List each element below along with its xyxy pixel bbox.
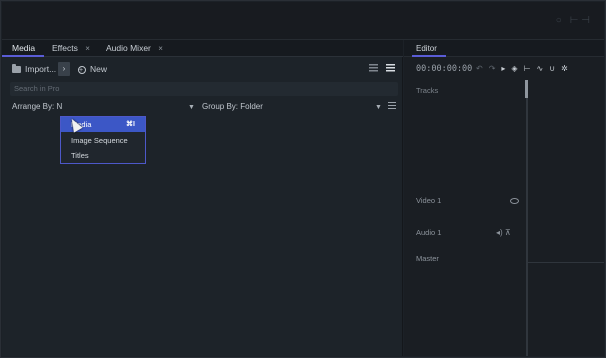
circle-icon[interactable]: ○	[556, 15, 562, 26]
plus-circle-icon	[78, 64, 86, 77]
arrange-by-select[interactable]: Arrange By: N	[12, 102, 62, 111]
menu-item-image-sequence[interactable]: Image Sequence	[61, 133, 145, 148]
pointer-icon[interactable]: ▸	[501, 64, 505, 73]
timeline-divider	[526, 80, 528, 356]
tab-effects-label: Effects	[52, 43, 78, 53]
track-audio-1[interactable]: Audio 1	[416, 228, 441, 237]
view-toggle	[369, 64, 395, 72]
tab-editor[interactable]: Editor	[404, 40, 604, 57]
eye-icon[interactable]	[510, 198, 519, 204]
close-icon[interactable]: ×	[85, 44, 90, 53]
menu-item-label: Titles	[71, 151, 89, 160]
undo-icon[interactable]: ↶	[476, 64, 483, 73]
tracks-label: Tracks	[416, 86, 439, 95]
tab-media-label: Media	[12, 43, 36, 53]
group-by-label: Group By: Folder	[202, 102, 263, 111]
track-video-1[interactable]: Video 1	[416, 196, 441, 205]
menu-item-label: Image Sequence	[71, 136, 128, 145]
tab-effects[interactable]: Effects ×	[52, 40, 90, 57]
import-button[interactable]: Import...	[12, 63, 56, 76]
track-master[interactable]: Master	[416, 254, 439, 263]
shortcut-label: ⌘I	[126, 121, 135, 128]
list-view-icon[interactable]	[369, 64, 378, 72]
timecode-display: 00:00:00:00	[416, 64, 473, 74]
new-button[interactable]: New	[78, 63, 108, 77]
grid-view-icon[interactable]	[386, 64, 395, 72]
chevron-down-icon[interactable]: ▼	[375, 104, 382, 111]
track-label: Audio 1	[416, 228, 442, 237]
tab-audio-mixer[interactable]: Audio Mixer ×	[106, 40, 163, 57]
ripple-icon[interactable]: ∿	[537, 64, 544, 73]
track-label: Video 1	[416, 196, 442, 205]
active-tab-indicator	[412, 55, 446, 57]
search-placeholder: Search in Pro	[14, 84, 60, 93]
close-icon[interactable]: ×	[158, 44, 163, 53]
magnet-icon[interactable]: ∪	[549, 64, 555, 73]
group-by-select[interactable]: Group By: Folder	[202, 102, 263, 111]
active-tab-indicator	[2, 55, 44, 57]
import-label: Import...	[25, 64, 57, 74]
new-label: New	[90, 64, 108, 74]
trim-icon[interactable]: ⊢	[524, 64, 531, 73]
track-label: Master	[416, 254, 439, 263]
editor-toolbar: ↶ ↷ ▸ ◈ ⊢ ∿ ∪ ✲	[476, 64, 568, 73]
tab-audio-mixer-label: Audio Mixer	[106, 43, 151, 53]
arrange-by-label: Arrange By: N	[12, 102, 63, 111]
import-menu-arrow-button[interactable]: ›	[58, 62, 70, 76]
sort-icon[interactable]	[388, 102, 396, 111]
playhead-handle[interactable]	[525, 80, 528, 98]
top-toolbar: ○ ⊢ ⊣	[2, 2, 604, 40]
editor-tab-label: Editor	[416, 44, 437, 53]
chevron-down-icon[interactable]: ▼	[188, 104, 195, 111]
audio-track-controls: ◂) ⊼	[496, 228, 511, 237]
razor-icon[interactable]: ◈	[511, 64, 517, 73]
media-panel: Media Effects × Audio Mixer × Import... …	[2, 40, 403, 356]
media-toolbar: Import... › New	[2, 58, 403, 80]
folder-icon	[12, 64, 21, 73]
mute-icon[interactable]: ⊼	[505, 228, 511, 237]
speaker-icon[interactable]: ◂)	[496, 228, 503, 237]
redo-icon[interactable]: ↷	[489, 64, 496, 73]
search-input[interactable]: Search in Pro	[10, 82, 398, 96]
editor-panel: Editor 00:00:00:00 ↶ ↷ ▸ ◈ ⊢ ∿ ∪ ✲ Track…	[404, 40, 604, 356]
panel-tabs: Media Effects × Audio Mixer ×	[2, 40, 403, 57]
gear-icon[interactable]: ✲	[561, 64, 568, 73]
master-track-line	[528, 262, 604, 263]
top-right-controls: ○ ⊢ ⊣	[556, 15, 590, 26]
bracket-icon[interactable]: ⊢ ⊣	[570, 15, 590, 26]
menu-item-titles[interactable]: Titles	[61, 148, 145, 163]
